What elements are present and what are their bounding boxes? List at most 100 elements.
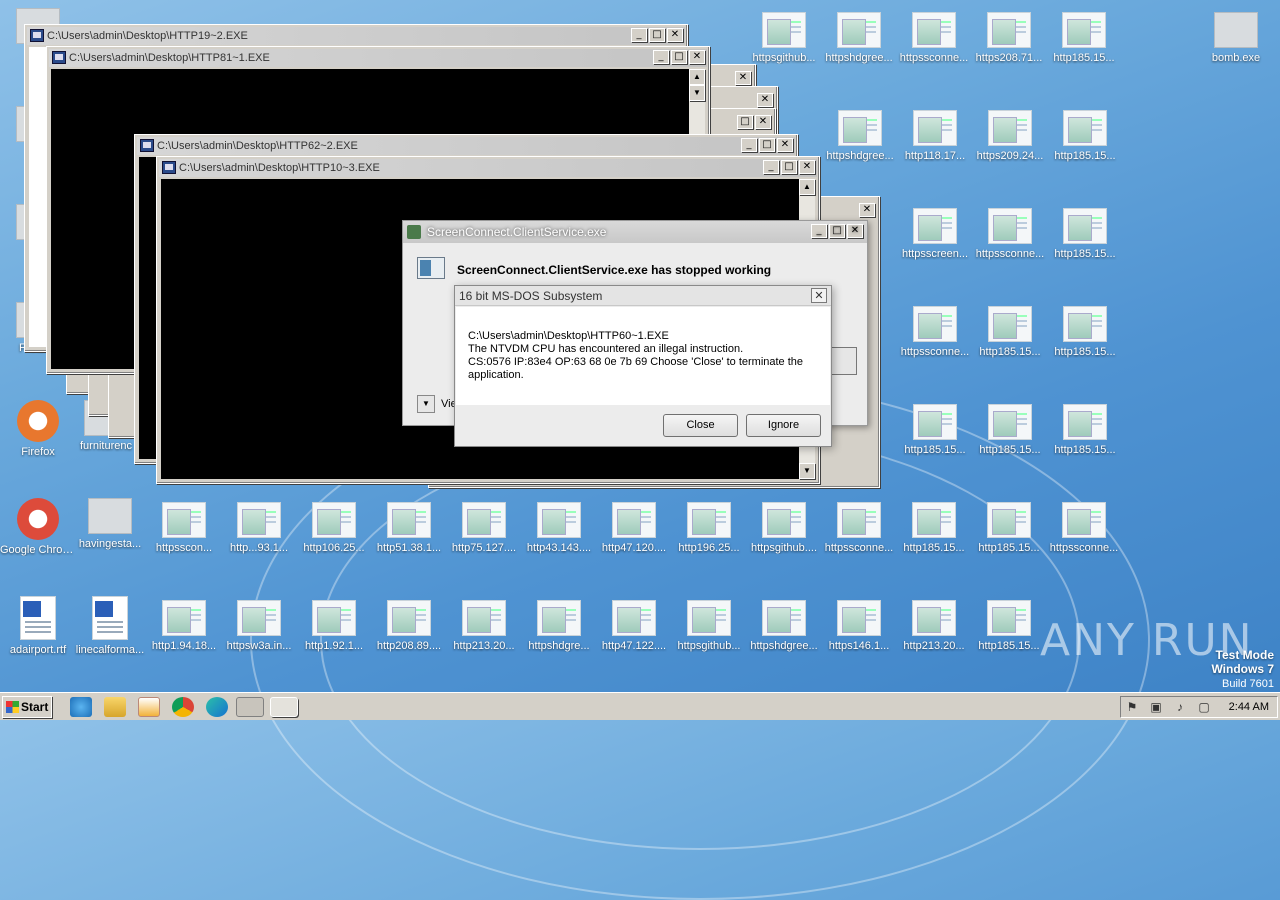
desktop-icon[interactable]: http185.15...: [896, 502, 972, 554]
desktop-icon-bomb[interactable]: bomb.exe: [1198, 12, 1274, 64]
dos-dialog-titlebar[interactable]: 16 bit MS-DOS Subsystem ✕: [455, 286, 831, 306]
desktop-icon[interactable]: http185.15...: [972, 306, 1048, 358]
close-button[interactable]: ✕: [689, 50, 705, 64]
desktop-icon[interactable]: http185.15...: [1046, 12, 1122, 64]
desktop-icon[interactable]: http75.127....: [446, 502, 522, 554]
network-icon[interactable]: ▣: [1149, 700, 1163, 714]
desktop-icon[interactable]: adairport.rtf: [0, 596, 76, 656]
console-taskbar-icon[interactable]: [236, 697, 264, 717]
desktop-icon[interactable]: httpssconne...: [896, 12, 972, 64]
desktop-icon[interactable]: http43.143....: [521, 502, 597, 554]
scroll-up-arrow[interactable]: ▲: [689, 69, 705, 85]
ntvdm-error-dialog[interactable]: 16 bit MS-DOS Subsystem ✕ C:\Users\admin…: [454, 285, 832, 447]
desktop-icon[interactable]: http47.122....: [596, 600, 672, 652]
explorer-icon[interactable]: [104, 697, 126, 717]
desktop-icon[interactable]: httpshdgree...: [822, 110, 898, 162]
clock[interactable]: 2:44 AM: [1229, 701, 1269, 713]
desktop-icon[interactable]: httpshdgree...: [746, 600, 822, 652]
scroll-down-arrow[interactable]: ▼: [799, 463, 815, 479]
start-button[interactable]: Start: [2, 696, 52, 718]
maximize-button[interactable]: □: [649, 28, 665, 42]
window-titlebar[interactable]: C:\Users\admin\Desktop\HTTP19~2.EXE _ □ …: [27, 27, 685, 45]
minimize-button[interactable]: _: [653, 50, 669, 64]
maximize-button[interactable]: □: [829, 224, 845, 238]
desktop-icon[interactable]: http208.89....: [371, 600, 447, 652]
executable-icon: [462, 502, 506, 538]
desktop-icon[interactable]: http213.20...: [446, 600, 522, 652]
desktop-icon[interactable]: http51.38.1...: [371, 502, 447, 554]
window-titlebar[interactable]: C:\Users\admin\Desktop\HTTP10~3.EXE _ □ …: [159, 159, 817, 177]
scroll-down-arrow[interactable]: ▼: [689, 85, 705, 101]
executable-icon: [1063, 110, 1107, 146]
desktop-icon[interactable]: http185.15...: [971, 600, 1047, 652]
close-button[interactable]: ✕: [847, 224, 863, 238]
desktop-icon[interactable]: http...93.1...: [221, 502, 297, 554]
desktop-icon[interactable]: http118.17...: [897, 110, 973, 162]
desktop-icon[interactable]: Firefox: [0, 400, 76, 458]
close-button[interactable]: ✕: [777, 138, 793, 152]
desktop-icon[interactable]: httpssconne...: [821, 502, 897, 554]
desktop-icon[interactable]: https209.24...: [972, 110, 1048, 162]
desktop-icon[interactable]: httpsgithub....: [746, 502, 822, 554]
message-line: application.: [468, 369, 524, 381]
crash-dialog-titlebar[interactable]: ScreenConnect.ClientService.exe _ □ ✕: [403, 221, 867, 243]
desktop-icon[interactable]: http185.15...: [897, 404, 973, 456]
desktop-icon[interactable]: https146.1...: [821, 600, 897, 652]
desktop-icon[interactable]: httpssconne...: [1046, 502, 1122, 554]
close-button[interactable]: ✕: [755, 115, 771, 129]
desktop-icon[interactable]: httpsscreen...: [897, 208, 973, 260]
desktop-icon[interactable]: havingesta...: [72, 498, 148, 550]
scroll-up-arrow[interactable]: ▲: [799, 179, 815, 195]
minimize-button[interactable]: _: [811, 224, 827, 238]
close-button[interactable]: Close: [663, 414, 738, 437]
desktop-icon[interactable]: http213.20...: [896, 600, 972, 652]
volume-icon[interactable]: ♪: [1173, 700, 1187, 714]
desktop-icon[interactable]: http185.15...: [971, 502, 1047, 554]
desktop-icon[interactable]: http185.15...: [972, 404, 1048, 456]
desktop-icon[interactable]: http1.92.1...: [296, 600, 372, 652]
maximize-button[interactable]: □: [671, 50, 687, 64]
desktop-icon[interactable]: http196.25...: [671, 502, 747, 554]
ie-icon[interactable]: [70, 697, 92, 717]
desktop-icon[interactable]: httpssconne...: [972, 208, 1048, 260]
desktop-icon[interactable]: http185.15...: [1047, 306, 1123, 358]
close-icon[interactable]: ✕: [811, 288, 827, 303]
close-button[interactable]: ✕: [859, 203, 875, 217]
close-button[interactable]: ✕: [735, 71, 751, 85]
minimize-button[interactable]: _: [763, 160, 779, 174]
desktop-icon[interactable]: Google Chrome: [0, 498, 76, 556]
desktop-icon[interactable]: httpshdgree...: [821, 12, 897, 64]
maximize-button[interactable]: □: [759, 138, 775, 152]
desktop-icon[interactable]: http185.15...: [1047, 208, 1123, 260]
desktop-icon[interactable]: http47.120....: [596, 502, 672, 554]
desktop-icon[interactable]: http106.25...: [296, 502, 372, 554]
flag-icon[interactable]: ⚑: [1125, 700, 1139, 714]
ignore-button[interactable]: Ignore: [746, 414, 821, 437]
close-button[interactable]: ✕: [667, 28, 683, 42]
desktop-icon[interactable]: httpsgithub...: [671, 600, 747, 652]
close-button[interactable]: ✕: [757, 93, 773, 107]
maximize-button[interactable]: □: [737, 115, 753, 129]
desktop-icon[interactable]: https208.71...: [971, 12, 1047, 64]
desktop-icon[interactable]: httpsscon...: [146, 502, 222, 554]
close-button[interactable]: ✕: [799, 160, 815, 174]
desktop-icon[interactable]: httpssconne...: [897, 306, 973, 358]
window-titlebar[interactable]: C:\Users\admin\Desktop\HTTP62~2.EXE _ □ …: [137, 137, 795, 155]
media-player-icon[interactable]: [138, 697, 160, 717]
minimize-button[interactable]: _: [741, 138, 757, 152]
chrome-icon[interactable]: [172, 697, 194, 717]
desktop-icon[interactable]: linecalforma...: [72, 596, 148, 656]
desktop-icon[interactable]: http1.94.18...: [146, 600, 222, 652]
expand-details-button[interactable]: ▼: [417, 395, 435, 413]
maximize-button[interactable]: □: [781, 160, 797, 174]
window-taskbar-icon[interactable]: [270, 697, 298, 717]
window-titlebar[interactable]: C:\Users\admin\Desktop\HTTP81~1.EXE _ □ …: [49, 49, 707, 67]
minimize-button[interactable]: _: [631, 28, 647, 42]
desktop-icon[interactable]: httpshdgre...: [521, 600, 597, 652]
desktop-icon[interactable]: http185.15...: [1047, 110, 1123, 162]
desktop-icon[interactable]: http185.15...: [1047, 404, 1123, 456]
monitor-icon[interactable]: ▢: [1197, 700, 1211, 714]
desktop-icon[interactable]: httpsgithub...: [746, 12, 822, 64]
desktop-icon[interactable]: httpsw3a.in...: [221, 600, 297, 652]
edge-icon[interactable]: [206, 697, 228, 717]
